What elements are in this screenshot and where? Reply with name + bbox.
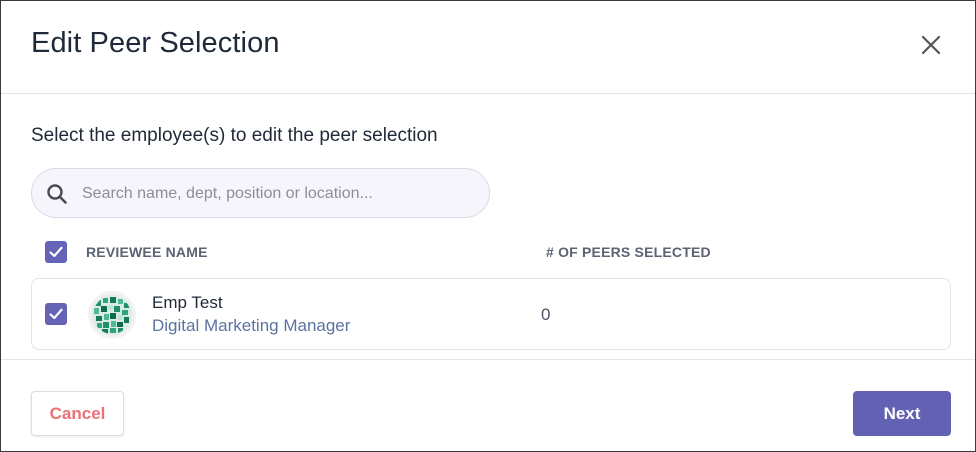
search-box: [31, 168, 490, 218]
footer-divider: [1, 359, 975, 360]
next-button[interactable]: Next: [853, 391, 951, 436]
row-checkbox[interactable]: [45, 303, 67, 325]
column-header-reviewee-name: REVIEWEE NAME: [86, 244, 208, 260]
search-input[interactable]: [82, 179, 482, 209]
table-row[interactable]: Emp Test Digital Marketing Manager 0: [31, 278, 951, 350]
avatar-pattern-icon: [91, 294, 133, 336]
close-button[interactable]: [915, 29, 947, 61]
edit-peer-selection-modal: Edit Peer Selection Select the employee(…: [0, 0, 976, 452]
employee-name: Emp Test: [152, 293, 223, 312]
cancel-button[interactable]: Cancel: [31, 391, 124, 436]
close-icon: [921, 35, 941, 55]
checkmark-icon: [49, 308, 63, 320]
modal-header: Edit Peer Selection: [1, 1, 975, 94]
employee-position: Digital Marketing Manager: [152, 316, 351, 335]
column-header-peers-selected: # OF PEERS SELECTED: [546, 244, 711, 260]
peers-selected-count: 0: [541, 305, 551, 324]
avatar: [88, 291, 136, 339]
checkmark-icon: [49, 246, 63, 258]
search-icon: [47, 184, 67, 204]
modal-title: Edit Peer Selection: [31, 27, 280, 59]
instruction-text: Select the employee(s) to edit the peer …: [31, 125, 438, 146]
select-all-checkbox[interactable]: [45, 241, 67, 263]
